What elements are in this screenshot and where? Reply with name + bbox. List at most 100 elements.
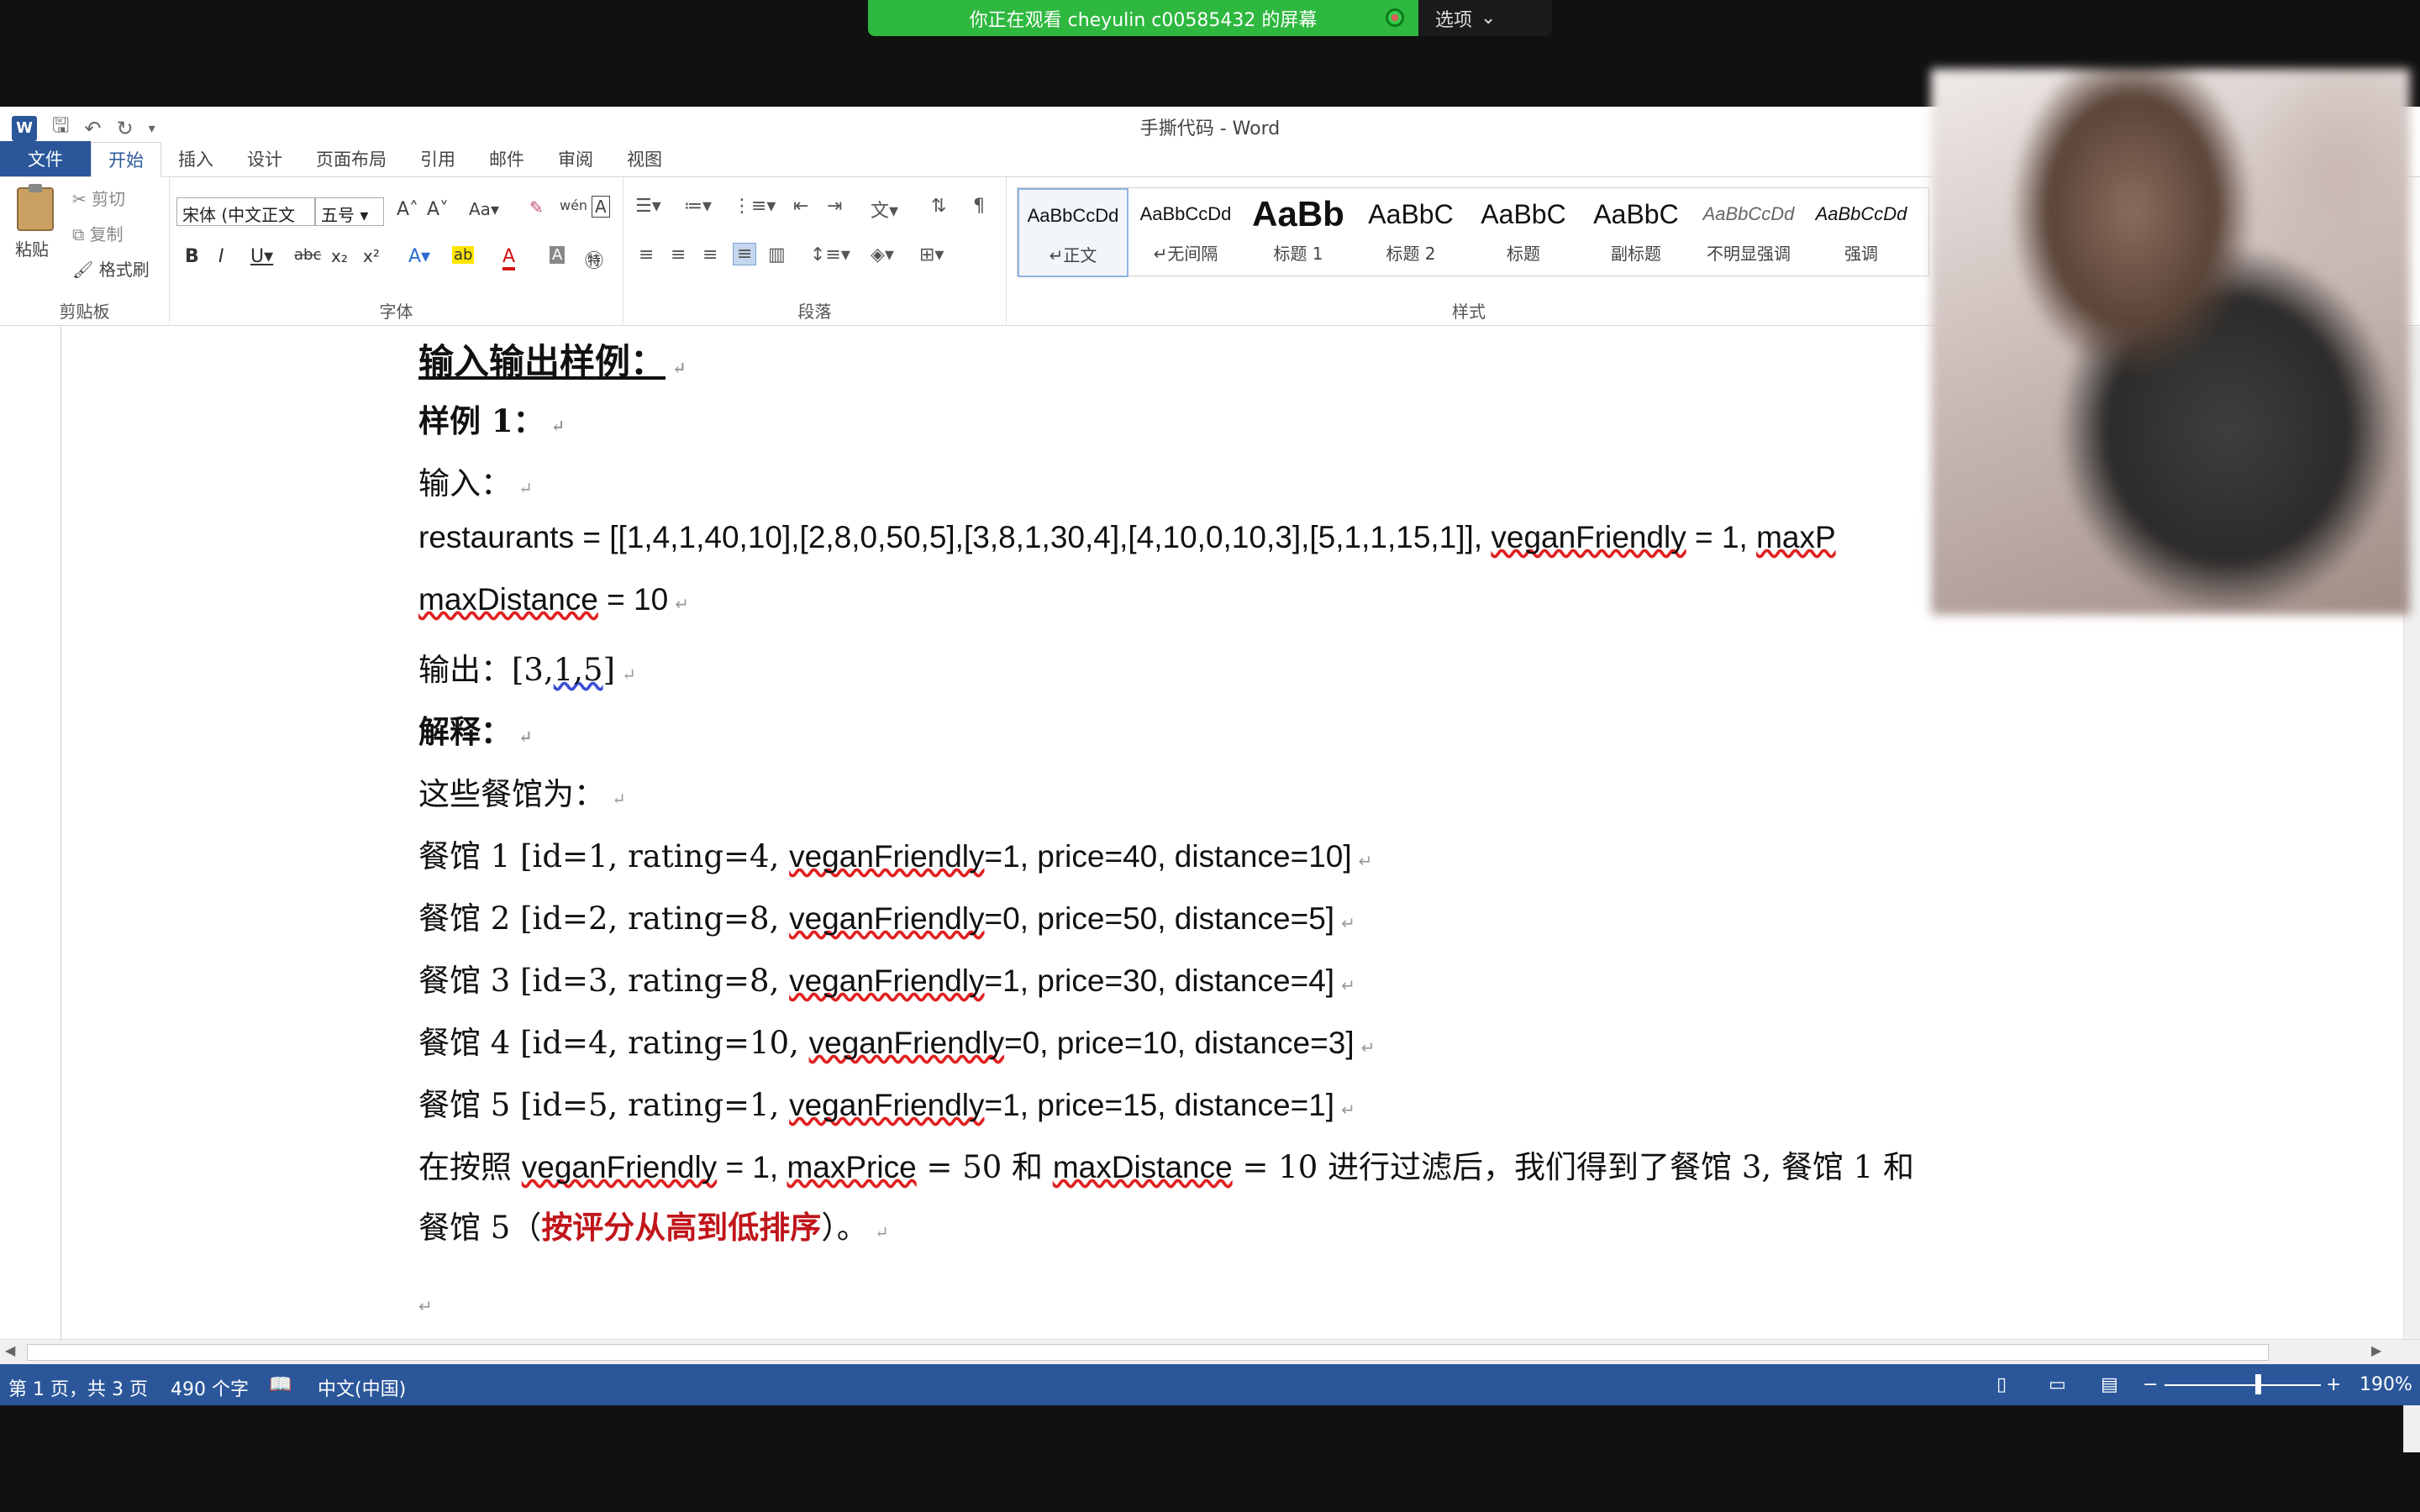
tab-review[interactable]: 审阅 [541,141,610,176]
restaurant-prefix: 餐馆 3 [id=3, rating=8, [418,963,790,999]
bold-icon[interactable]: B [185,246,199,267]
zoom-slider[interactable] [2165,1384,2321,1386]
font-name-select[interactable]: 宋体 (中文正文 [176,197,315,226]
shading-icon[interactable]: ◈▾ [871,244,894,265]
restaurants-intro-text: 这些餐馆为： [418,776,605,812]
style-name: 标题 1 [1273,244,1323,264]
zoom-in-icon[interactable]: + [2326,1374,2341,1395]
distributed-icon[interactable]: ▥ [768,244,786,265]
chevron-down-icon: ⌄ [1481,8,1497,29]
page-count[interactable]: 第 1 页，共 3 页 [8,1374,148,1401]
paragraph-mark: ↵ [1341,977,1355,995]
font-color-icon[interactable]: A [502,246,516,270]
vegan-friendly-word: veganFriendly [1491,520,1686,554]
sort-icon[interactable]: ⇅ [931,196,946,217]
doc-heading: 输入输出样例： ↵ [418,333,687,385]
tab-design[interactable]: 设计 [230,141,299,176]
paragraph-mark: ↵ [418,1298,433,1316]
underline-icon[interactable]: U▾ [250,246,273,267]
shrink-font-icon[interactable]: A˅ [427,199,449,220]
chinese-layout-icon[interactable]: 文▾ [871,196,898,223]
line-spacing-icon[interactable]: ↕≡▾ [810,244,850,265]
strikethrough-icon[interactable]: abc [294,246,321,264]
text-effects-icon[interactable]: A▾ [408,246,430,267]
style-heading-2[interactable]: AaBbC 标题 2 [1355,188,1466,277]
superscript-icon[interactable]: x² [363,246,380,266]
tab-home[interactable]: 开始 [91,142,161,177]
vegan-friendly-word: veganFriendly [808,1026,1005,1060]
justify-icon[interactable]: ≡ [733,243,757,265]
style-sample: AaBbCcDd [1027,205,1119,226]
output-end: ] [602,652,616,688]
tab-insert[interactable]: 插入 [161,141,230,176]
style-normal[interactable]: AaBbCcDd ↵正文 [1018,188,1128,277]
cut-button[interactable]: ✂ 剪切 [72,186,125,210]
tab-layout[interactable]: 页面布局 [299,141,403,176]
align-right-icon[interactable]: ≡ [702,244,718,265]
word-count[interactable]: 490 个字 [171,1374,249,1401]
change-case-icon[interactable]: Aa▾ [469,199,499,219]
paste-button[interactable]: 粘贴 [15,236,49,260]
char-border-icon[interactable]: A [592,196,610,218]
horizontal-scrollbar[interactable]: ◀ ▶ [0,1339,2420,1364]
highlight-icon[interactable]: ab [452,246,475,264]
bullets-icon[interactable]: ☰▾ [635,196,661,217]
style-sample: AaBbC [1593,199,1679,229]
phonetic-icon[interactable]: wén [560,197,587,213]
share-message-text: 你正在观看 cheyulin c00585432 的屏幕 [969,9,1318,31]
paste-icon[interactable] [17,184,54,231]
decrease-indent-icon[interactable]: ⇤ [793,196,808,217]
borders-icon[interactable]: ⊞▾ [919,244,944,265]
conclusion-text: = 50 和 [916,1149,1053,1185]
read-mode-icon[interactable]: ▯ [1996,1374,2007,1395]
show-marks-icon[interactable]: ¶ [973,196,985,217]
align-left-icon[interactable]: ≡ [639,244,654,265]
vegan-friendly-word: veganFriendly [789,963,985,998]
example-label-text: 样例 1： [418,402,544,439]
print-layout-icon[interactable]: ▭ [2049,1374,2066,1395]
conclusion-text: 在按照 [418,1149,522,1185]
italic-icon[interactable]: I [218,246,224,267]
tab-references[interactable]: 引用 [403,141,472,176]
char-shading-icon[interactable]: A [550,246,566,264]
style-name: ↵无间隔 [1153,244,1218,264]
restaurant-suffix: =1, price=30, distance=4] [984,963,1335,998]
style-heading-1[interactable]: AaBb 标题 1 [1243,188,1354,277]
scroll-right-icon[interactable]: ▶ [2371,1342,2381,1358]
clipboard-group: 粘贴 ✂ 剪切 ⧉ 复制 🖌 格式刷 剪贴板 [0,177,170,326]
scroll-left-icon[interactable]: ◀ [5,1342,15,1358]
align-center-icon[interactable]: ≡ [671,244,686,265]
style-subtitle[interactable]: AaBbC 副标题 [1581,188,1691,277]
zoom-slider-thumb[interactable] [2255,1374,2261,1394]
grow-font-icon[interactable]: A˄ [397,199,418,220]
font-size-select[interactable]: 五号 ▾ [315,197,384,226]
max-distance-word: maxDistance [418,582,598,617]
clear-format-icon[interactable]: ✎ [529,197,544,218]
style-title[interactable]: AaBbC 标题 [1468,188,1579,277]
format-painter-button[interactable]: 🖌 格式刷 [72,256,150,281]
language[interactable]: 中文(中国) [318,1374,406,1401]
share-message: 你正在观看 cheyulin c00585432 的屏幕 [868,0,1418,36]
share-status-icon[interactable] [1386,8,1404,27]
tab-mailings[interactable]: 邮件 [472,141,541,176]
restaurant-line: 餐馆 1 [id=1, rating=4, veganFriendly=1, p… [418,831,1372,876]
enclose-char-icon[interactable]: ㊕ [585,246,603,273]
tab-file[interactable]: 文件 [0,141,91,176]
tab-view[interactable]: 视图 [610,141,679,176]
numbering-icon[interactable]: ≔▾ [684,196,712,217]
zoom-level[interactable]: 190% [2360,1374,2412,1395]
style-no-spacing[interactable]: AaBbCcDd ↵无间隔 [1130,188,1241,277]
web-layout-icon[interactable]: ▤ [2101,1374,2118,1395]
increase-indent-icon[interactable]: ⇥ [827,196,842,217]
subscript-icon[interactable]: x₂ [331,246,348,266]
page-margin-line [60,327,61,1339]
horizontal-scroll-thumb[interactable] [27,1344,2269,1361]
style-emphasis[interactable]: AaBbCcDd 强调 [1806,188,1917,277]
style-subtle-emphasis[interactable]: AaBbCcDd 不明显强调 [1693,188,1804,277]
explain-label: 解释： ↵ [418,706,533,752]
multilevel-list-icon[interactable]: ⋮≡▾ [733,196,776,217]
share-options-button[interactable]: 选项 ⌄ [1418,0,1552,36]
proofing-icon[interactable]: 📖 [269,1374,292,1395]
zoom-out-icon[interactable]: − [2143,1374,2158,1395]
copy-button[interactable]: ⧉ 复制 [72,221,124,245]
